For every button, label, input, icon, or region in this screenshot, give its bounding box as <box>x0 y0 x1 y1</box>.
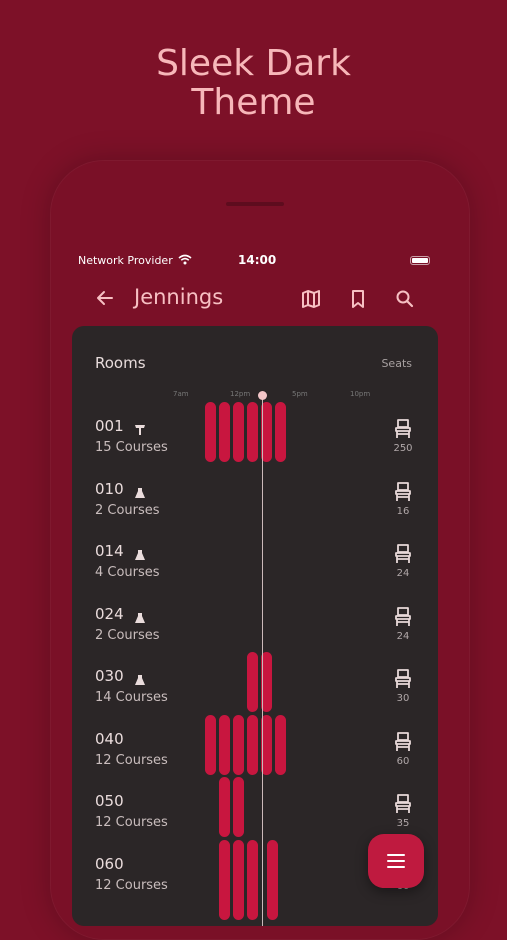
flask-icon <box>134 484 146 498</box>
seat-count: 35 <box>396 818 410 829</box>
building-title: Jennings <box>134 285 224 309</box>
wifi-icon <box>178 254 192 268</box>
course-count: 15 Courses <box>95 440 168 455</box>
seat-icon <box>394 482 412 502</box>
room-number: 001 <box>95 417 124 435</box>
current-time-marker <box>258 391 267 400</box>
room-row[interactable]: 001 15 Courses 250 <box>72 417 438 479</box>
seats-heading: Seats <box>381 357 412 370</box>
menu-icon-line <box>387 860 405 862</box>
seat-icon <box>394 607 412 627</box>
course-count: 14 Courses <box>95 690 168 705</box>
room-row[interactable]: 024 2 Courses 24 <box>72 605 438 667</box>
room-row[interactable]: 030 14 Courses 30 <box>72 667 438 729</box>
headline-line-1: Sleek Dark <box>156 43 351 84</box>
clock: 14:00 <box>238 253 277 267</box>
course-count: 2 Courses <box>95 628 160 643</box>
seat-icon <box>394 669 412 689</box>
flask-icon <box>134 671 146 685</box>
room-number: 024 <box>95 605 124 623</box>
seat-icon <box>394 419 412 439</box>
back-arrow-icon[interactable] <box>93 286 117 310</box>
room-row[interactable]: 014 4 Courses 24 <box>72 542 438 604</box>
bookmark-icon[interactable] <box>346 287 370 311</box>
room-number: 040 <box>95 730 124 748</box>
flask-icon <box>134 609 146 623</box>
room-number: 010 <box>95 480 124 498</box>
search-icon[interactable] <box>393 287 417 311</box>
map-icon[interactable] <box>299 287 323 311</box>
time-tick: 5pm <box>292 390 308 398</box>
carrier-label: Network Provider <box>78 254 173 267</box>
status-bar: Network Provider 14:00 <box>0 252 507 270</box>
seat-icon <box>394 544 412 564</box>
room-row[interactable]: 010 2 Courses 16 <box>72 480 438 542</box>
room-number: 050 <box>95 792 124 810</box>
flask-icon <box>134 546 146 560</box>
course-count: 12 Courses <box>95 753 168 768</box>
time-tick: 7am <box>173 390 189 398</box>
seat-count: 24 <box>396 631 410 642</box>
seat-count: 250 <box>393 443 413 454</box>
course-count: 4 Courses <box>95 565 160 580</box>
headline-line-2: Theme <box>191 82 316 123</box>
room-number: 060 <box>95 855 124 873</box>
room-row[interactable]: 040 12 Courses 60 <box>72 730 438 792</box>
seat-count: 24 <box>396 568 410 579</box>
seat-count: 60 <box>396 756 410 767</box>
seat-count: 16 <box>396 506 410 517</box>
seat-count: 30 <box>396 693 410 704</box>
course-count: 12 Courses <box>95 815 168 830</box>
schedule-header: Rooms Seats <box>95 354 412 374</box>
menu-fab-button[interactable] <box>368 834 424 888</box>
phone-speaker <box>226 202 284 206</box>
course-count: 2 Courses <box>95 503 160 518</box>
seat-icon <box>394 794 412 814</box>
app-bar: Jennings <box>0 283 507 315</box>
seat-icon <box>394 732 412 752</box>
menu-icon-line <box>387 866 405 868</box>
time-tick: 10pm <box>350 390 371 398</box>
menu-icon <box>387 854 405 856</box>
rooms-heading: Rooms <box>95 354 146 372</box>
course-count: 12 Courses <box>95 878 168 893</box>
lectern-icon <box>134 421 146 435</box>
time-tick: 12pm <box>230 390 251 398</box>
room-number: 030 <box>95 667 124 685</box>
promo-headline: Sleek Dark Theme <box>0 44 507 122</box>
room-number: 014 <box>95 542 124 560</box>
battery-icon <box>410 256 430 265</box>
